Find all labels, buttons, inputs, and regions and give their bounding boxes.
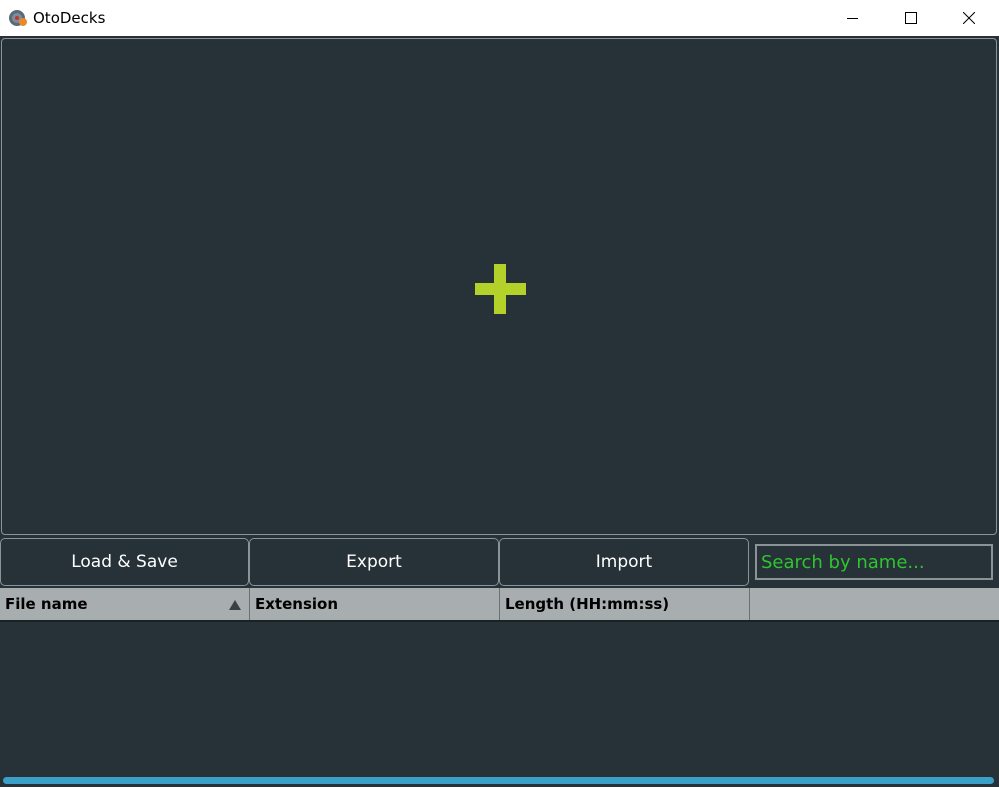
playlist-table-body[interactable] bbox=[0, 622, 999, 772]
minimize-button[interactable] bbox=[824, 0, 882, 36]
maximize-icon bbox=[905, 12, 917, 24]
column-header-label: File name bbox=[5, 595, 88, 613]
title-bar[interactable]: OtoDecks bbox=[0, 0, 999, 36]
table-header: File name Extension Length (HH:mm:ss) bbox=[0, 588, 999, 622]
close-icon bbox=[963, 12, 975, 24]
add-deck-area[interactable] bbox=[1, 38, 997, 535]
plus-icon[interactable] bbox=[475, 264, 527, 316]
column-header-empty[interactable] bbox=[750, 588, 999, 620]
maximize-button[interactable] bbox=[882, 0, 940, 36]
column-header-extension[interactable]: Extension bbox=[250, 588, 500, 620]
close-button[interactable] bbox=[940, 0, 998, 36]
app-content: Load & Save Export Import File name Exte… bbox=[0, 36, 999, 787]
column-header-length[interactable]: Length (HH:mm:ss) bbox=[500, 588, 750, 620]
horizontal-scrollbar[interactable] bbox=[3, 777, 994, 784]
plus-icon-vertical bbox=[494, 264, 506, 314]
search-input[interactable] bbox=[755, 544, 993, 580]
minimize-icon bbox=[847, 18, 858, 19]
column-header-label: Length (HH:mm:ss) bbox=[505, 595, 670, 613]
sort-ascending-icon bbox=[229, 600, 241, 610]
column-header-label: Extension bbox=[255, 595, 338, 613]
app-logo-icon bbox=[9, 10, 27, 26]
import-button[interactable]: Import bbox=[499, 538, 749, 586]
column-header-file-name[interactable]: File name bbox=[0, 588, 250, 620]
window-title: OtoDecks bbox=[33, 9, 106, 27]
app-window: OtoDecks Load & Save Export Import Searc… bbox=[0, 0, 999, 787]
load-save-button[interactable]: Load & Save bbox=[0, 538, 249, 586]
export-button[interactable]: Export bbox=[249, 538, 499, 586]
